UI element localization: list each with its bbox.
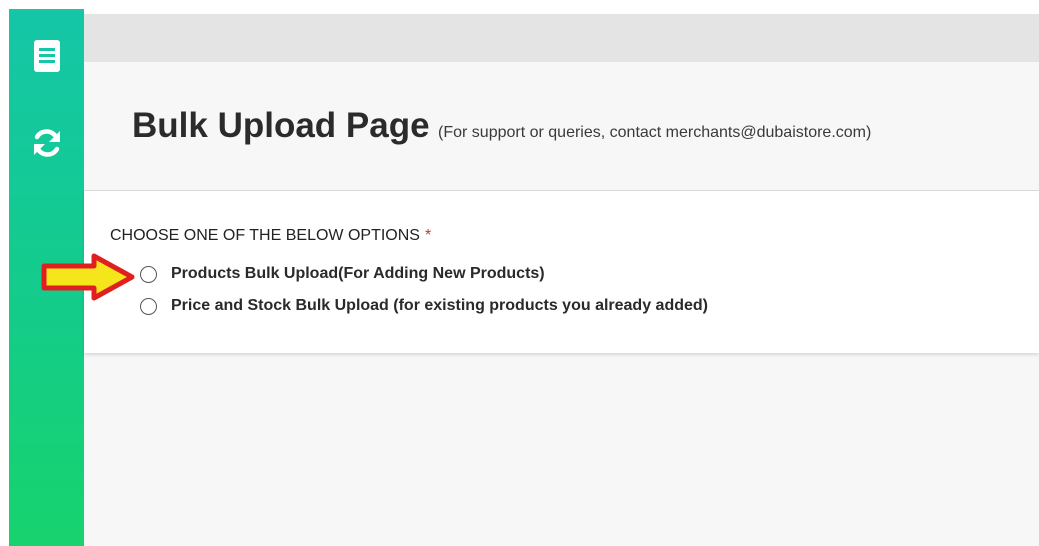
sync-icon[interactable] xyxy=(9,123,84,163)
option-price-stock-bulk-upload[interactable]: Price and Stock Bulk Upload (for existin… xyxy=(140,297,708,315)
required-mark: * xyxy=(424,227,432,244)
document-icon[interactable] xyxy=(9,36,84,76)
page-subtitle: (For support or queries, contact merchan… xyxy=(438,124,872,141)
question-label: CHOOSE ONE OF THE BELOW OPTIONS xyxy=(110,227,420,244)
main-content: Bulk Upload Page (For support or queries… xyxy=(84,14,1039,546)
radio-button[interactable] xyxy=(140,265,157,283)
option-label: Price and Stock Bulk Upload (for existin… xyxy=(171,297,708,314)
top-bar xyxy=(84,14,1039,62)
options-question: CHOOSE ONE OF THE BELOW OPTIONS * xyxy=(110,227,431,245)
highlight-arrow-icon xyxy=(41,253,135,301)
page-title: Bulk Upload Page xyxy=(132,106,430,145)
option-label: Products Bulk Upload(For Adding New Prod… xyxy=(171,265,545,282)
upload-options-card: CHOOSE ONE OF THE BELOW OPTIONS * Product… xyxy=(84,190,1039,353)
option-products-bulk-upload[interactable]: Products Bulk Upload(For Adding New Prod… xyxy=(140,265,545,283)
app-frame: Bulk Upload Page (For support or queries… xyxy=(0,0,1039,546)
radio-button[interactable] xyxy=(140,297,157,315)
page-header: Bulk Upload Page (For support or queries… xyxy=(132,106,871,146)
